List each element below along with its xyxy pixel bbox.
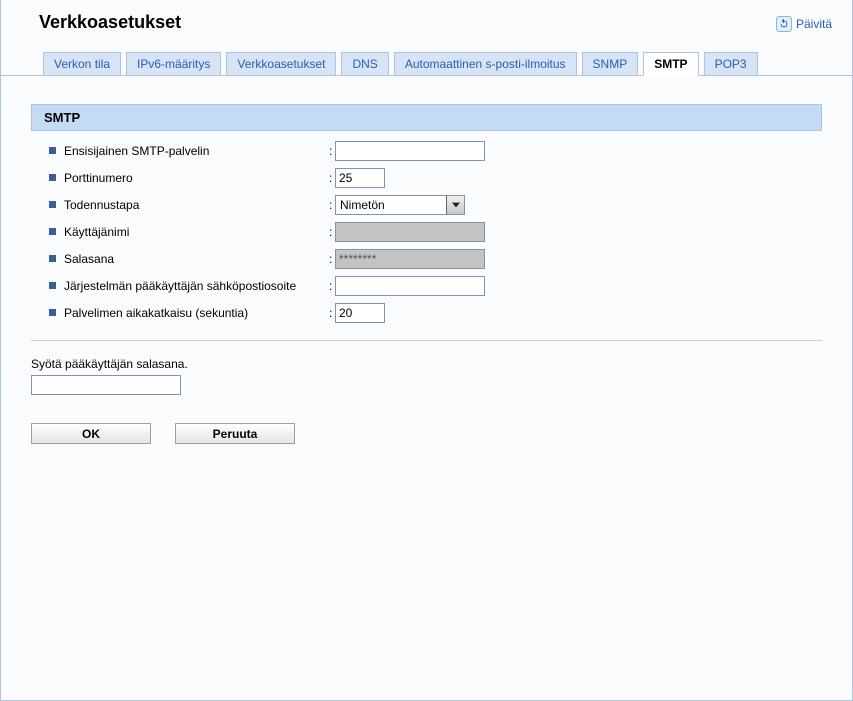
refresh-icon (776, 16, 792, 32)
label-timeout: Palvelimen aikakatkaisu (sekuntia) (64, 306, 248, 320)
tab-pop3[interactable]: POP3 (704, 52, 758, 76)
admin-password-area: Syötä pääkäyttäjän salasana. (31, 357, 822, 395)
label-password: Salasana (64, 252, 114, 266)
refresh-button[interactable]: Päivitä (776, 16, 832, 32)
port-input[interactable] (335, 168, 385, 188)
label-auth: Todennustapa (64, 198, 139, 212)
section-header: SMTP (31, 104, 822, 131)
bullet-icon (49, 174, 56, 181)
bullet-icon (49, 255, 56, 262)
cancel-button[interactable]: Peruuta (175, 423, 295, 444)
auth-select[interactable]: Nimetön (335, 195, 465, 215)
bullet-icon (49, 309, 56, 316)
tab-auto-sposti[interactable]: Automaattinen s-posti-ilmoitus (394, 52, 577, 76)
tab-verkkoasetukset[interactable]: Verkkoasetukset (226, 52, 336, 76)
page-container: Verkkoasetukset Päivitä Verkon tila IPv6… (0, 0, 853, 701)
auth-select-value: Nimetön (336, 198, 446, 212)
refresh-label: Päivitä (796, 17, 832, 31)
page-header: Verkkoasetukset Päivitä (1, 0, 852, 33)
password-input (335, 249, 485, 269)
smtp-form: Ensisijainen SMTP-palvelin : Porttinumer… (31, 137, 822, 341)
tab-smtp[interactable]: SMTP (643, 52, 698, 76)
admin-password-input[interactable] (31, 375, 181, 395)
bullet-icon (49, 228, 56, 235)
username-input (335, 222, 485, 242)
row-password: Salasana : (31, 245, 822, 272)
tab-ipv6-maaritys[interactable]: IPv6-määritys (126, 52, 221, 76)
row-port: Porttinumero : (31, 164, 822, 191)
row-auth: Todennustapa : Nimetön (31, 191, 822, 218)
row-timeout: Palvelimen aikakatkaisu (sekuntia) : (31, 299, 822, 326)
timeout-input[interactable] (335, 303, 385, 323)
button-row: OK Peruuta (31, 423, 822, 444)
chevron-down-icon (446, 196, 464, 214)
label-username: Käyttäjänimi (64, 225, 129, 239)
tab-verkon-tila[interactable]: Verkon tila (43, 52, 121, 76)
primary-server-input[interactable] (335, 141, 485, 161)
tab-snmp[interactable]: SNMP (582, 52, 639, 76)
admin-email-input[interactable] (335, 276, 485, 296)
row-primary-server: Ensisijainen SMTP-palvelin : (31, 137, 822, 164)
tab-bar: Verkon tila IPv6-määritys Verkkoasetukse… (1, 33, 852, 76)
bullet-icon (49, 147, 56, 154)
row-admin-email: Järjestelmän pääkäyttäjän sähköpostiosoi… (31, 272, 822, 299)
admin-password-prompt: Syötä pääkäyttäjän salasana. (31, 357, 822, 371)
label-admin-email: Järjestelmän pääkäyttäjän sähköpostiosoi… (64, 279, 296, 293)
tab-dns[interactable]: DNS (341, 52, 388, 76)
label-primary-server: Ensisijainen SMTP-palvelin (64, 144, 209, 158)
ok-button[interactable]: OK (31, 423, 151, 444)
bullet-icon (49, 201, 56, 208)
row-username: Käyttäjänimi : (31, 218, 822, 245)
label-port: Porttinumero (64, 171, 133, 185)
bullet-icon (49, 282, 56, 289)
page-title: Verkkoasetukset (39, 12, 181, 33)
